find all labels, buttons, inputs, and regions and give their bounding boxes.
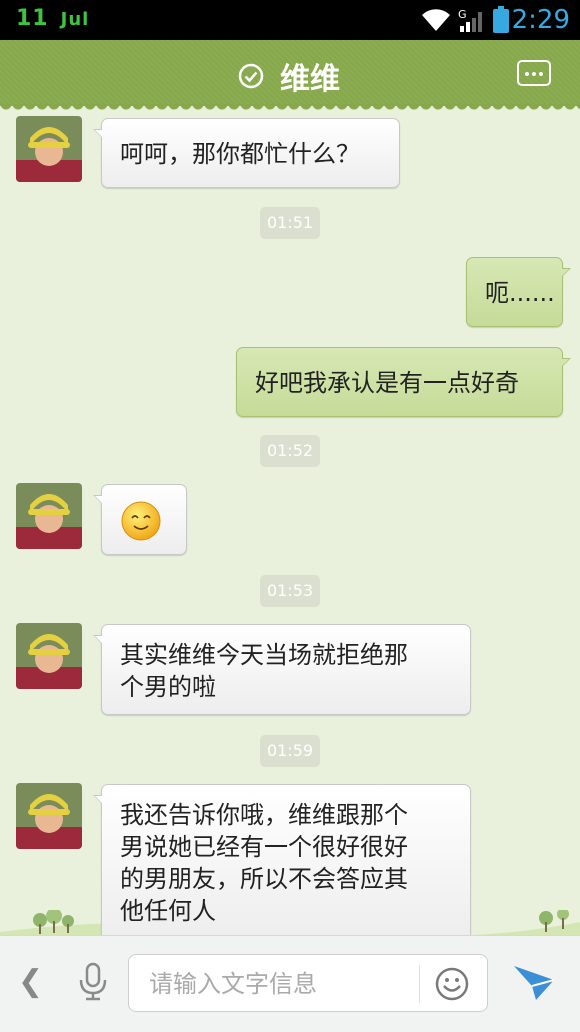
chat-header: 维维 [0, 40, 580, 106]
message-text: 男说她已经有一个很好很好 [120, 833, 408, 861]
message-timestamp: 01:52 [260, 435, 320, 467]
microphone-icon[interactable] [78, 962, 108, 1002]
send-icon[interactable] [512, 962, 556, 1002]
message-list[interactable]: 呵呵，那你都忙什么？ 01:51 呃...... 好吧我承认是有一点好奇 01:… [0, 110, 580, 935]
message-text: 的男朋友，所以不会答应其 [120, 865, 408, 893]
message-bubble-incoming[interactable]: 我还告诉你哦，维维跟那个 男说她已经有一个很好很好 的男朋友，所以不会答应其 他… [93, 784, 471, 935]
message-timestamp: 01:53 [260, 575, 320, 607]
message-bubble-outgoing[interactable]: 好吧我承认是有一点好奇 [236, 347, 571, 417]
message-bubble-incoming[interactable]: 呵呵，那你都忙什么？ [93, 118, 400, 188]
message-timestamp: 01:51 [260, 207, 320, 239]
contact-avatar[interactable] [16, 783, 82, 849]
status-time: 2:29 [511, 5, 570, 35]
message-text: 呵呵，那你都忙什么？ [120, 140, 360, 168]
status-month: Jul [60, 9, 90, 30]
smiley-icon[interactable] [434, 966, 470, 1002]
battery-icon [493, 6, 509, 33]
status-day: 11 [16, 6, 49, 31]
input-bar: ❮ [0, 935, 580, 1032]
message-text: 呃...... [485, 279, 555, 307]
message-bubble-incoming[interactable] [93, 484, 187, 555]
smiley-emoji-icon [121, 501, 161, 541]
message-text: 我还告诉你哦，维维跟那个 [120, 801, 408, 829]
more-menu-button[interactable] [517, 60, 551, 86]
network-type-label: G [458, 8, 467, 21]
message-text: 好吧我承认是有一点好奇 [255, 369, 519, 397]
wifi-icon [422, 9, 450, 31]
message-input[interactable] [147, 967, 411, 1001]
message-bubble-incoming[interactable]: 其实维维今天当场就拒绝那 个男的啦 [93, 624, 471, 715]
contact-avatar[interactable] [16, 623, 82, 689]
chat-title: 维维 [280, 62, 340, 97]
message-input-box[interactable] [128, 954, 488, 1012]
status-bar: 11 Jul G 2:29 [0, 0, 580, 40]
contact-avatar[interactable] [16, 116, 82, 182]
message-timestamp: 01:59 [260, 735, 320, 767]
message-text: 个男的啦 [120, 673, 216, 701]
check-circle-icon [238, 63, 264, 89]
message-text: 他任何人 [120, 897, 216, 925]
signal-icon: G [458, 8, 484, 38]
message-bubble-outgoing[interactable]: 呃...... [466, 257, 571, 327]
input-divider [419, 965, 420, 1003]
contact-avatar[interactable] [16, 483, 82, 549]
chevron-left-icon[interactable]: ❮ [18, 964, 43, 999]
message-text: 其实维维今天当场就拒绝那 [120, 641, 408, 669]
status-date: 11 Jul [16, 6, 89, 31]
more-icon [525, 72, 529, 76]
